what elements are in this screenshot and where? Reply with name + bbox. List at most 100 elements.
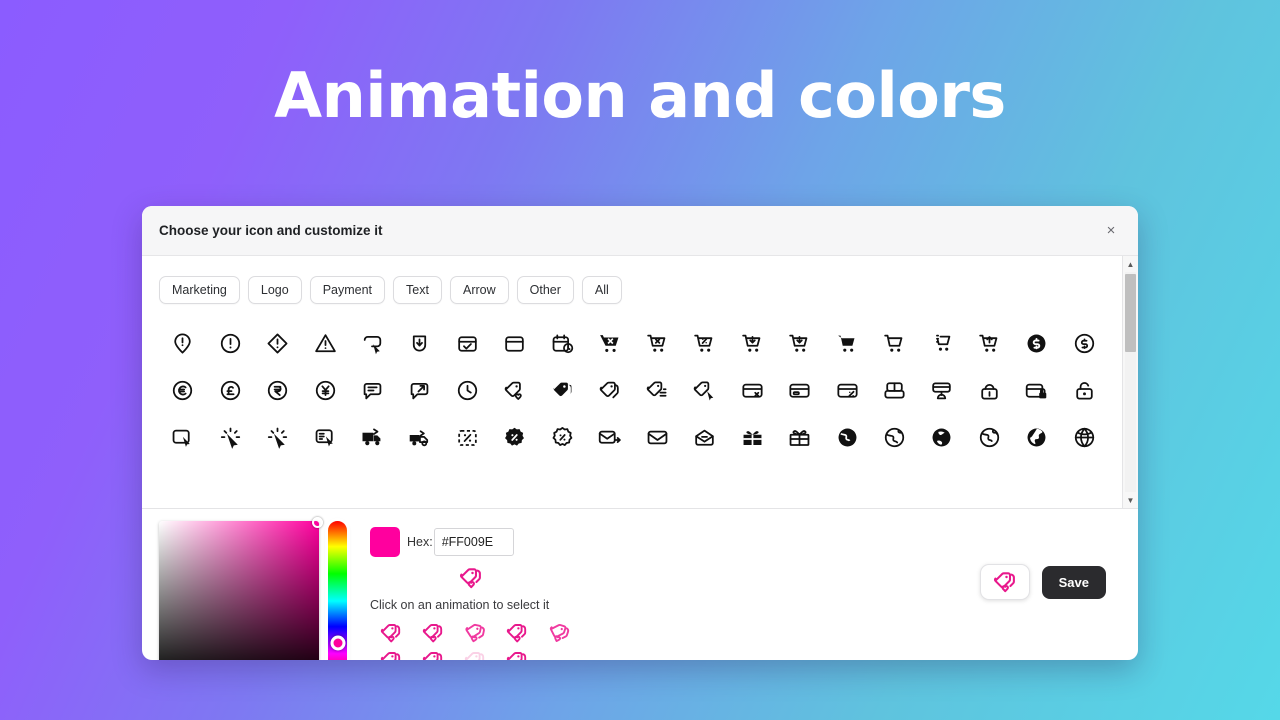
- coin-rupee-icon[interactable]: [254, 371, 301, 409]
- alert-pin-icon[interactable]: [159, 324, 206, 362]
- scroll-up-icon[interactable]: ▲: [1123, 256, 1138, 272]
- customize-region: Hex: Click on an animation to select it …: [142, 509, 1138, 660]
- action-bar: Save: [979, 564, 1106, 600]
- icon-customizer-modal: Choose your icon and customize it × Mark…: [142, 206, 1138, 660]
- hue-slider[interactable]: [328, 521, 347, 660]
- close-icon[interactable]: ×: [1100, 220, 1122, 242]
- selected-icon-preview: [458, 565, 484, 591]
- animation-option-anim-pulse[interactable]: [412, 620, 454, 646]
- card-x-icon[interactable]: [728, 371, 775, 409]
- icon-picker-region: Marketing Logo Payment Text Arrow Other All ▲ …: [142, 256, 1138, 509]
- category-button-payment[interactable]: Payment: [309, 276, 386, 304]
- animation-option-anim-wobble[interactable]: [370, 648, 412, 660]
- animation-option-anim-shake[interactable]: [496, 620, 538, 646]
- alert-diamond-icon[interactable]: [254, 324, 301, 362]
- truck-icon[interactable]: [396, 418, 443, 456]
- cart-filled-icon[interactable]: [823, 324, 870, 362]
- card-reader-icon[interactable]: [871, 371, 918, 409]
- animation-hint: Click on an animation to select it: [370, 598, 550, 612]
- card-percent-icon[interactable]: [823, 371, 870, 409]
- chat-lines-icon[interactable]: [349, 371, 396, 409]
- hand-click-icon[interactable]: [396, 324, 443, 362]
- card-terminal-icon[interactable]: [918, 371, 965, 409]
- animation-option-anim-flip[interactable]: [454, 620, 496, 646]
- cart-up-icon[interactable]: [966, 324, 1013, 362]
- icon-grid: [159, 324, 1114, 456]
- tag-filled-icon[interactable]: [539, 371, 586, 409]
- tag-cursor-icon[interactable]: [681, 371, 728, 409]
- category-button-other[interactable]: Other: [516, 276, 574, 304]
- coin-dollar-icon[interactable]: [1061, 324, 1108, 362]
- card-icon[interactable]: [776, 371, 823, 409]
- category-button-logo[interactable]: Logo: [247, 276, 302, 304]
- cart-list-icon[interactable]: [918, 324, 965, 362]
- globe-outline-icon[interactable]: [966, 418, 1013, 456]
- scrollbar-thumb[interactable]: [1125, 274, 1136, 352]
- lock-wifi-icon[interactable]: [966, 371, 1013, 409]
- scroll-down-icon[interactable]: ▼: [1123, 492, 1138, 508]
- animation-grid: [370, 620, 1122, 660]
- discount-dashed-icon[interactable]: [444, 418, 491, 456]
- discount-badge-filled-icon[interactable]: [491, 418, 538, 456]
- calendar-clock-icon[interactable]: [539, 324, 586, 362]
- tag-lines-icon[interactable]: [634, 371, 681, 409]
- saturation-value-handle[interactable]: [312, 517, 323, 528]
- mail-send-icon[interactable]: [586, 418, 633, 456]
- cursor-click-alt-icon[interactable]: [254, 418, 301, 456]
- tag-outline-icon[interactable]: [586, 371, 633, 409]
- color-swatch[interactable]: [370, 527, 400, 557]
- discount-badge-icon[interactable]: [539, 418, 586, 456]
- coin-yen-icon[interactable]: [301, 371, 348, 409]
- tag-heart-icon[interactable]: [491, 371, 538, 409]
- category-button-text[interactable]: Text: [393, 276, 442, 304]
- coin-dollar-filled-icon[interactable]: [1013, 324, 1060, 362]
- clock-icon[interactable]: [444, 371, 491, 409]
- calendar-check-icon[interactable]: [444, 324, 491, 362]
- cart-percent-icon[interactable]: [681, 324, 728, 362]
- globe-filled-icon[interactable]: [823, 418, 870, 456]
- mail-icon[interactable]: [634, 418, 681, 456]
- page-title: Animation and colors: [274, 59, 1006, 132]
- calendar-icon[interactable]: [491, 324, 538, 362]
- gift-filled-icon[interactable]: [728, 418, 775, 456]
- globe-icon[interactable]: [871, 418, 918, 456]
- screen-cursor-icon[interactable]: [159, 418, 206, 456]
- alert-circle-icon[interactable]: [206, 324, 253, 362]
- mail-minus-icon[interactable]: [681, 418, 728, 456]
- animation-option-anim-tada[interactable]: [412, 648, 454, 660]
- window-cursor-icon[interactable]: [301, 418, 348, 456]
- cart-down-icon[interactable]: [728, 324, 775, 362]
- card-lock-icon[interactable]: [1013, 371, 1060, 409]
- cart-empty-icon[interactable]: [871, 324, 918, 362]
- coin-euro-icon[interactable]: [159, 371, 206, 409]
- icon-picker-main: Marketing Logo Payment Text Arrow Other All: [142, 256, 1122, 508]
- animation-option-anim-jello[interactable]: [496, 648, 538, 660]
- cursor-tag-icon[interactable]: [349, 324, 396, 362]
- globe-dark-icon[interactable]: [918, 418, 965, 456]
- save-button[interactable]: Save: [1041, 565, 1106, 599]
- cursor-click-icon[interactable]: [206, 418, 253, 456]
- category-button-all[interactable]: All: [581, 276, 622, 304]
- animation-option-anim-fade[interactable]: [454, 648, 496, 660]
- icon-grid-scrollbar[interactable]: ▲ ▼: [1122, 256, 1138, 508]
- animation-option-anim-swing[interactable]: [538, 620, 580, 646]
- cart-arrow-down-icon[interactable]: [776, 324, 823, 362]
- coin-pound-icon[interactable]: [206, 371, 253, 409]
- saturation-value-square[interactable]: [159, 517, 323, 660]
- alert-triangle-icon[interactable]: [301, 324, 348, 362]
- hue-slider-handle[interactable]: [330, 635, 345, 651]
- chat-share-icon[interactable]: [396, 371, 443, 409]
- truck-filled-icon[interactable]: [349, 418, 396, 456]
- globe-grid-icon[interactable]: [1061, 418, 1108, 456]
- animation-option-anim-bounce[interactable]: [370, 620, 412, 646]
- lock-open-icon[interactable]: [1061, 371, 1108, 409]
- gift-icon[interactable]: [776, 418, 823, 456]
- globe-world-icon[interactable]: [1013, 418, 1060, 456]
- cart-x-icon[interactable]: [634, 324, 681, 362]
- category-button-arrow[interactable]: Arrow: [449, 276, 509, 304]
- cart-x-filled-icon[interactable]: [586, 324, 633, 362]
- category-button-marketing[interactable]: Marketing: [159, 276, 240, 304]
- modal-header: Choose your icon and customize it ×: [142, 206, 1138, 256]
- hex-input[interactable]: [433, 528, 514, 556]
- icon-preview-box[interactable]: [979, 564, 1030, 600]
